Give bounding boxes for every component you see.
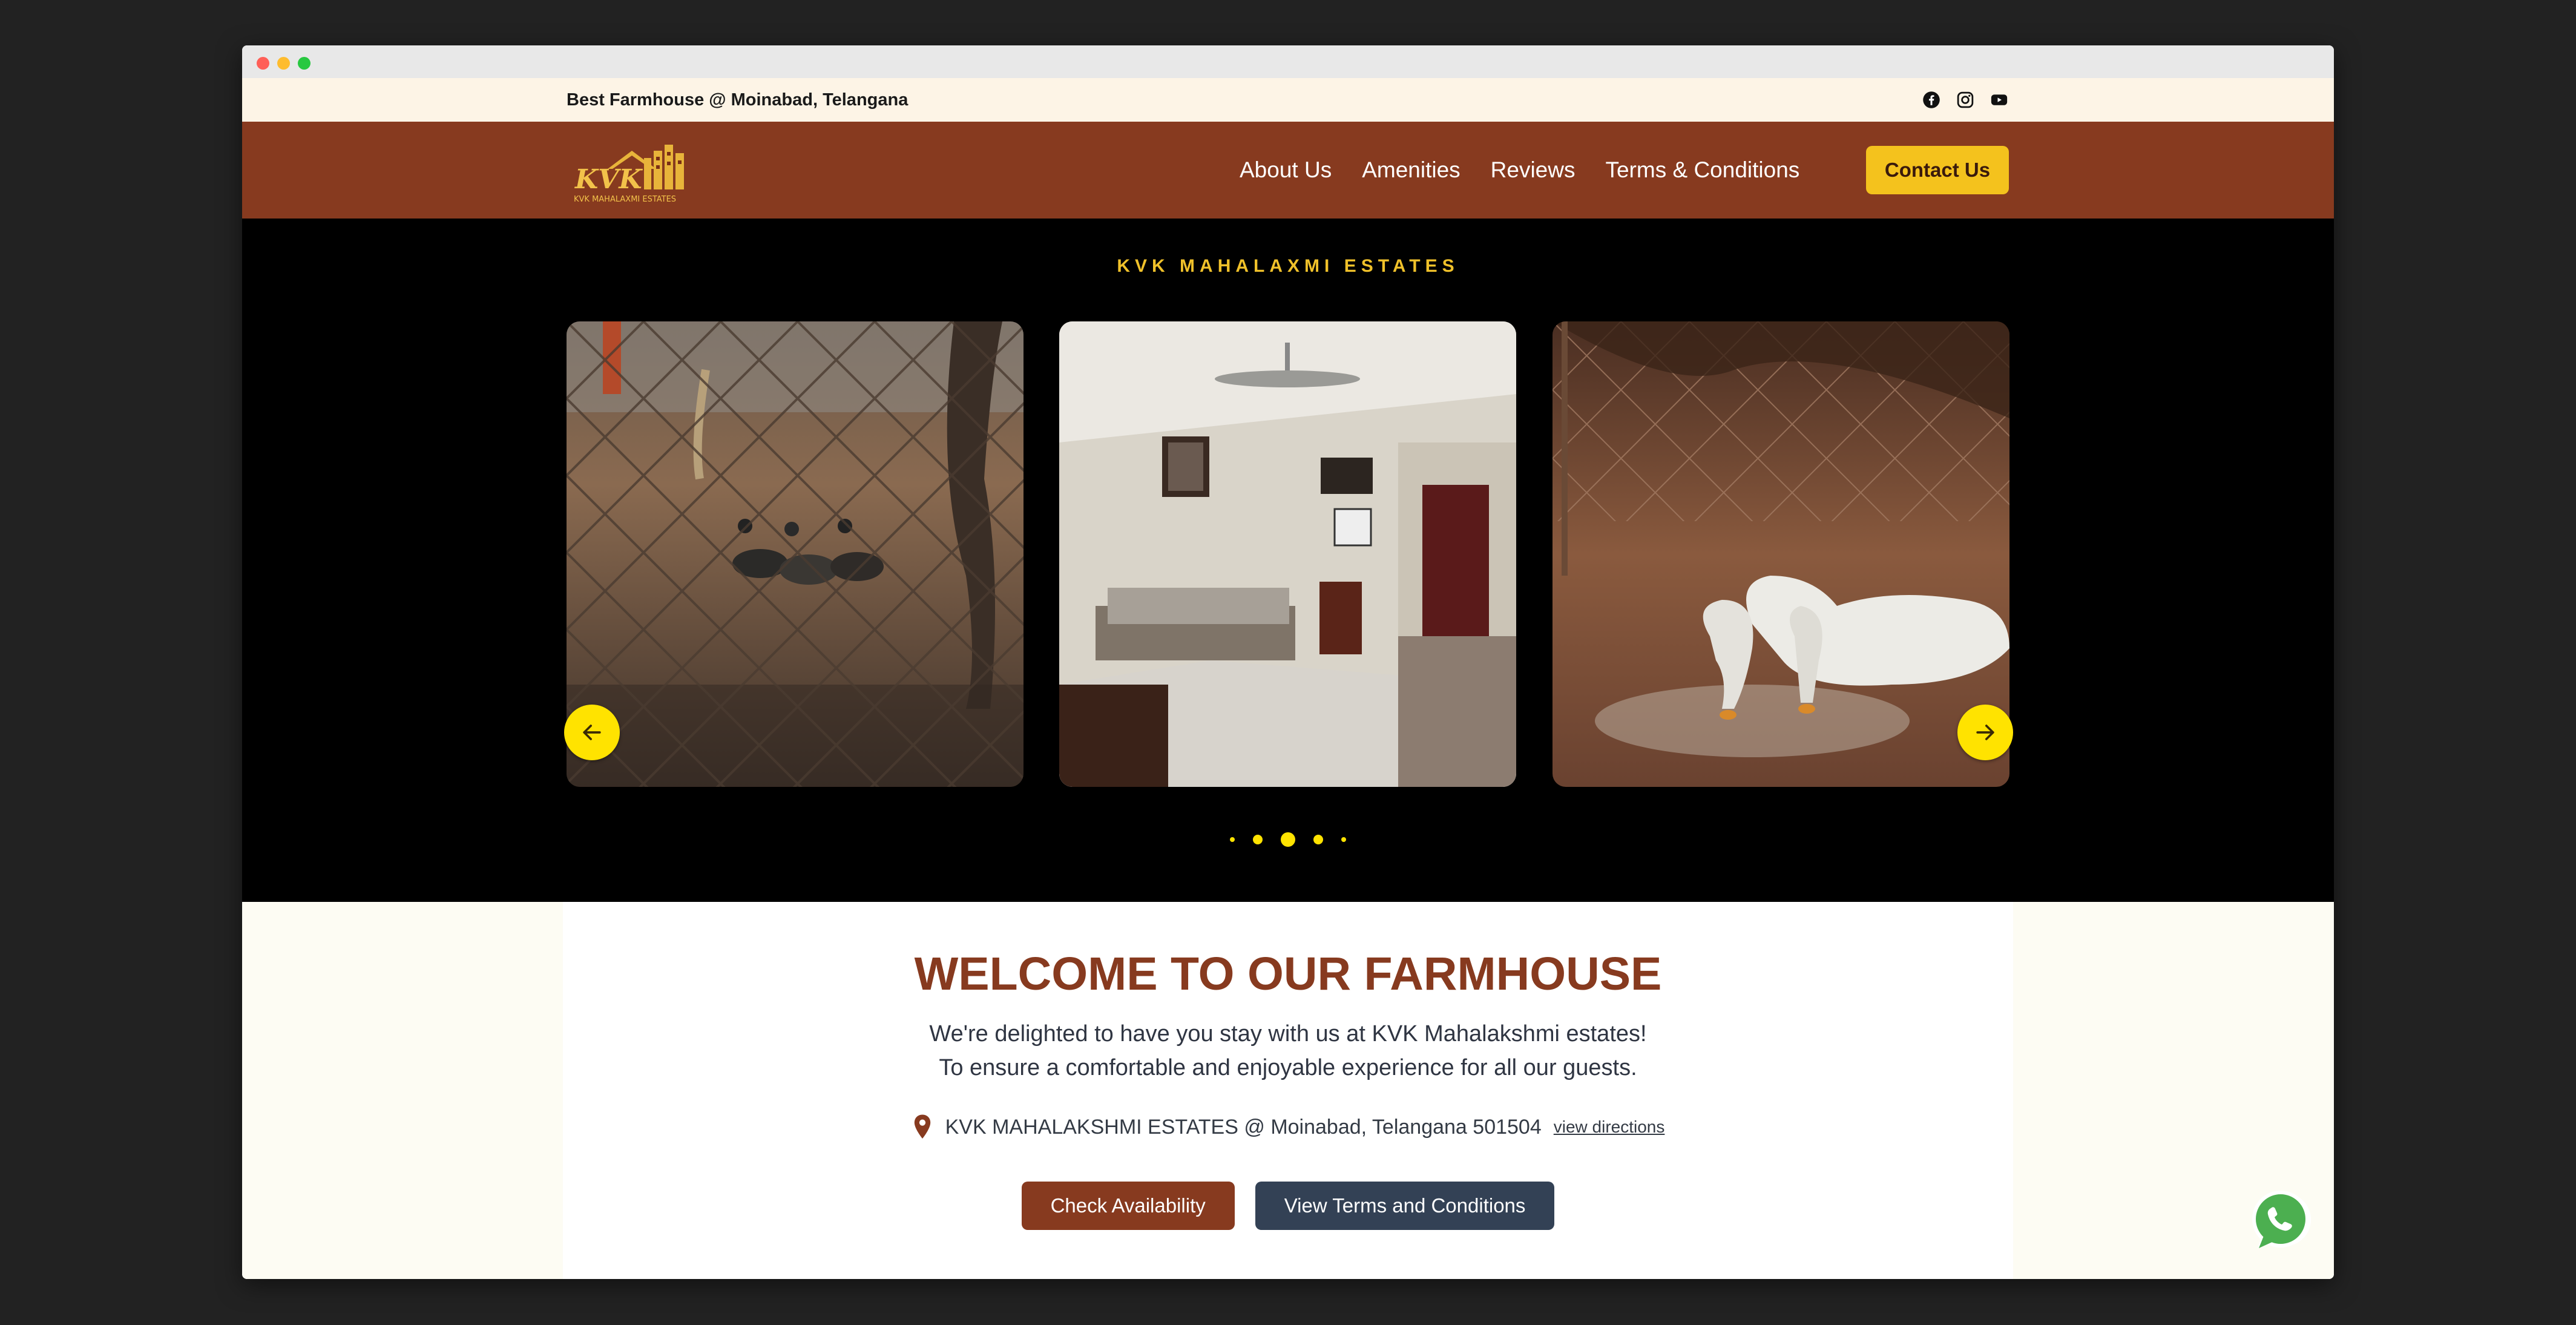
whatsapp-chat-button[interactable] xyxy=(2246,1188,2312,1254)
arrow-left-icon xyxy=(583,725,601,740)
welcome-section: WELCOME TO OUR FARMHOUSE We're delighted… xyxy=(242,902,2334,1279)
hero-title: KVK MAHALAXMI ESTATES xyxy=(1117,256,1459,276)
instagram-icon[interactable] xyxy=(1956,91,1974,109)
logo-wordmark: KVK xyxy=(574,164,643,195)
maximize-window-button[interactable] xyxy=(298,57,310,70)
top-info-bar: Best Farmhouse @ Moinabad, Telangana xyxy=(242,78,2334,122)
arrow-right-icon xyxy=(1976,725,1994,740)
carousel-slide-geese[interactable] xyxy=(1552,321,2009,787)
welcome-description: We're delighted to have you stay with us… xyxy=(929,1021,1647,1080)
window-titlebar xyxy=(242,45,2334,78)
carousel-slide-living-room[interactable] xyxy=(1059,321,1516,787)
nav-terms-conditions[interactable]: Terms & Conditions xyxy=(1605,157,1799,183)
view-terms-button[interactable]: View Terms and Conditions xyxy=(1255,1182,1555,1230)
logo-subtext: KVK MAHALAXMI ESTATES xyxy=(574,195,676,204)
address-text: KVK MAHALAKSHMI ESTATES @ Moinabad, Tela… xyxy=(945,1115,1542,1139)
location-pin-icon xyxy=(914,1114,930,1139)
address-line: KVK MAHALAKSHMI ESTATES @ Moinabad, Tela… xyxy=(563,1114,2013,1140)
whatsapp-icon xyxy=(2252,1191,2312,1248)
carousel-next-button[interactable] xyxy=(1957,705,2013,760)
site-logo[interactable]: KVK KVK MAHALAXMI ESTATES xyxy=(571,133,698,208)
nav-about-us[interactable]: About Us xyxy=(1240,157,1332,183)
nav-reviews[interactable]: Reviews xyxy=(1491,157,1576,183)
carousel-dot-1[interactable] xyxy=(1230,837,1235,842)
hero-carousel: KVK MAHALAXMI ESTATES xyxy=(242,219,2334,902)
browser-window: Best Farmhouse @ Moinabad, Telangana KVK… xyxy=(242,45,2334,1279)
facebook-icon[interactable] xyxy=(1922,91,1940,109)
view-directions-link[interactable]: view directions xyxy=(1554,1117,1665,1137)
nav-amenities[interactable]: Amenities xyxy=(1362,157,1460,183)
carousel-dots xyxy=(242,832,2334,847)
contact-us-button[interactable]: Contact Us xyxy=(1866,146,2009,194)
youtube-icon[interactable] xyxy=(1990,91,2008,109)
welcome-title: WELCOME TO OUR FARMHOUSE xyxy=(914,948,1662,1000)
welcome-content: WELCOME TO OUR FARMHOUSE We're delighted… xyxy=(563,902,2013,1279)
nav-links: About Us Amenities Reviews Terms & Condi… xyxy=(1240,122,1799,219)
carousel-prev-button[interactable] xyxy=(564,705,620,760)
carousel-dot-5[interactable] xyxy=(1341,837,1346,842)
welcome-actions: Check Availability View Terms and Condit… xyxy=(563,1182,2013,1230)
carousel-dot-2[interactable] xyxy=(1253,835,1263,844)
main-navbar: KVK KVK MAHALAXMI ESTATES About Us Ameni… xyxy=(242,122,2334,219)
carousel-dot-3-active[interactable] xyxy=(1281,832,1295,847)
close-window-button[interactable] xyxy=(257,57,269,70)
carousel-slide-ducks[interactable] xyxy=(567,321,1024,787)
check-availability-button[interactable]: Check Availability xyxy=(1021,1182,1235,1230)
carousel-dot-4[interactable] xyxy=(1313,835,1323,844)
tagline: Best Farmhouse @ Moinabad, Telangana xyxy=(567,90,908,110)
minimize-window-button[interactable] xyxy=(277,57,290,70)
